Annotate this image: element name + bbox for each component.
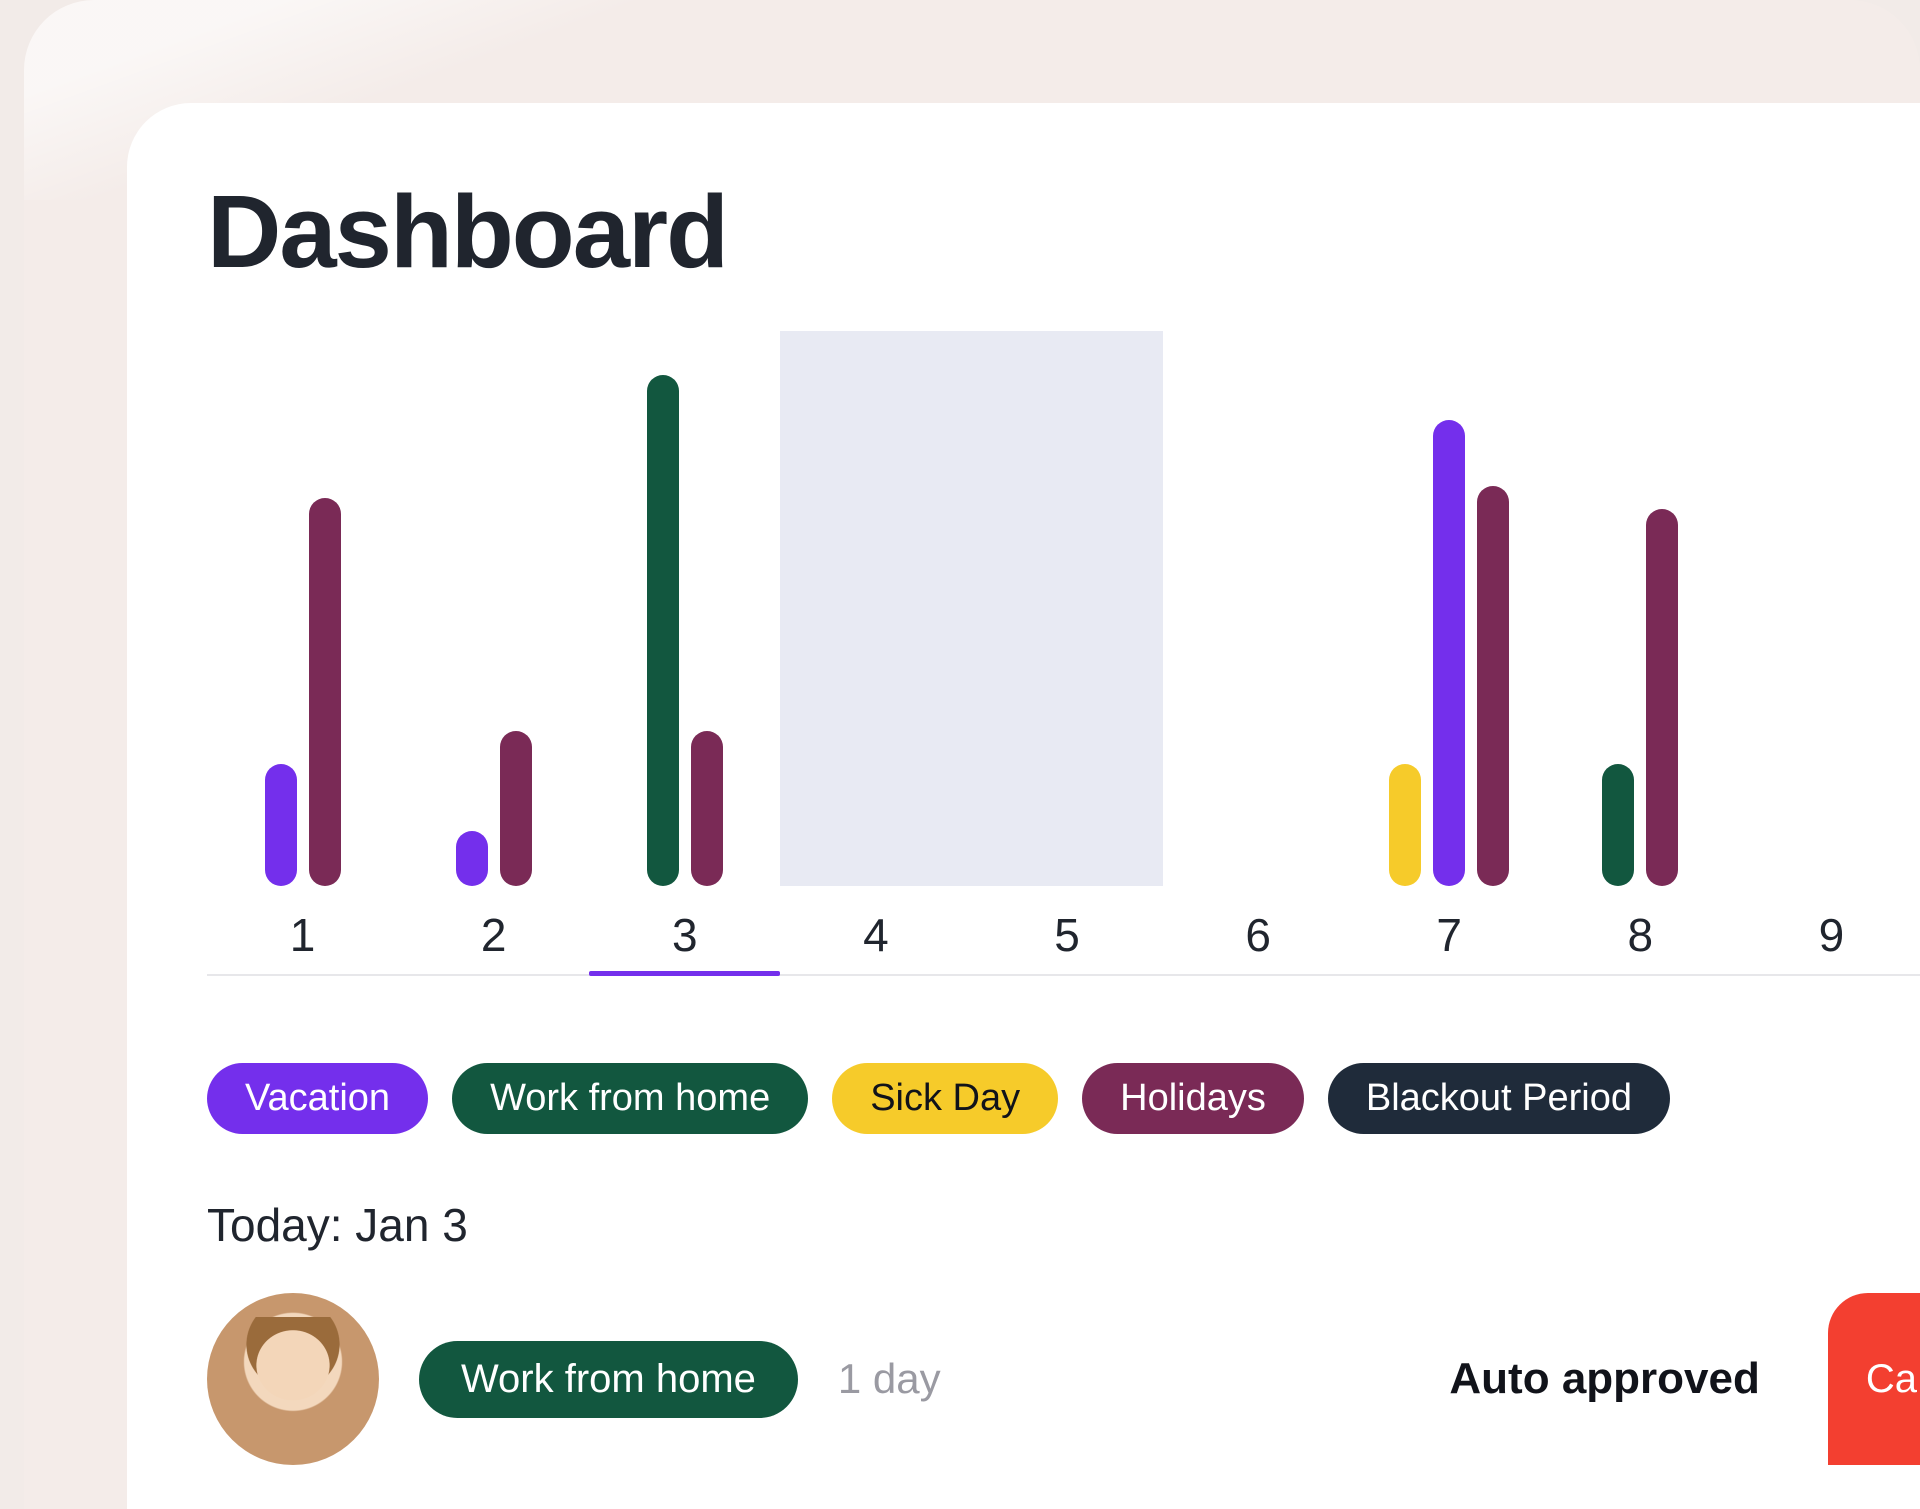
legend-pill[interactable]: Sick Day [832,1063,1058,1134]
x-tick[interactable]: 7 [1419,908,1479,962]
today-entry-row: Work from home 1 day Auto approved Ca [207,1293,1920,1465]
legend-pill[interactable]: Work from home [452,1063,808,1134]
x-tick[interactable]: 2 [464,908,524,962]
dashboard-card: Dashboard 1 2 3 4 5 6 7 8 9 Vacation Work from ho… [127,103,1920,1509]
entry-type-pill[interactable]: Work from home [419,1341,798,1418]
legend-pill[interactable]: Vacation [207,1063,428,1134]
x-tick[interactable]: 9 [1801,908,1861,962]
outer-panel: Dashboard 1 2 3 4 5 6 7 8 9 Vacation Work from ho… [24,0,1920,1509]
cancel-button[interactable]: Ca [1828,1293,1920,1465]
chart-bar[interactable] [647,375,679,886]
chart-bars [207,331,1920,886]
chart-bar[interactable] [309,498,341,887]
leave-chart: 123456789 [207,331,1920,891]
chart-bar[interactable] [1389,764,1421,886]
x-tick[interactable]: 1 [273,908,333,962]
page-title: Dashboard [207,173,1920,291]
entry-status: Auto approved [1449,1354,1759,1404]
x-tick[interactable]: 3 [655,908,715,962]
today-heading: Today: Jan 3 [207,1198,468,1252]
legend-pill[interactable]: Blackout Period [1328,1063,1670,1134]
chart-bar[interactable] [1646,509,1678,886]
chart-bar[interactable] [1477,486,1509,886]
x-tick[interactable]: 8 [1610,908,1670,962]
chart-bar[interactable] [265,764,297,886]
chart-bar[interactable] [1602,764,1634,886]
chart-bar[interactable] [456,831,488,887]
avatar[interactable] [207,1293,379,1465]
legend: Vacation Work from home Sick Day Holidays Bl… [207,1063,1670,1134]
chart-bar[interactable] [691,731,723,886]
x-tick[interactable]: 4 [846,908,906,962]
entry-type-label: Work from home [461,1357,756,1402]
chart-grid [207,331,1920,886]
chart-bar[interactable] [500,731,532,886]
x-tick[interactable]: 6 [1228,908,1288,962]
cancel-button-label: Ca [1866,1357,1917,1402]
x-tick[interactable]: 5 [1037,908,1097,962]
axis-highlight [589,971,780,976]
chart-bar[interactable] [1433,420,1465,886]
chart-x-axis: 1 2 3 4 5 6 7 8 9 [207,891,1920,976]
legend-pill[interactable]: Holidays [1082,1063,1304,1134]
entry-duration: 1 day [838,1355,941,1403]
